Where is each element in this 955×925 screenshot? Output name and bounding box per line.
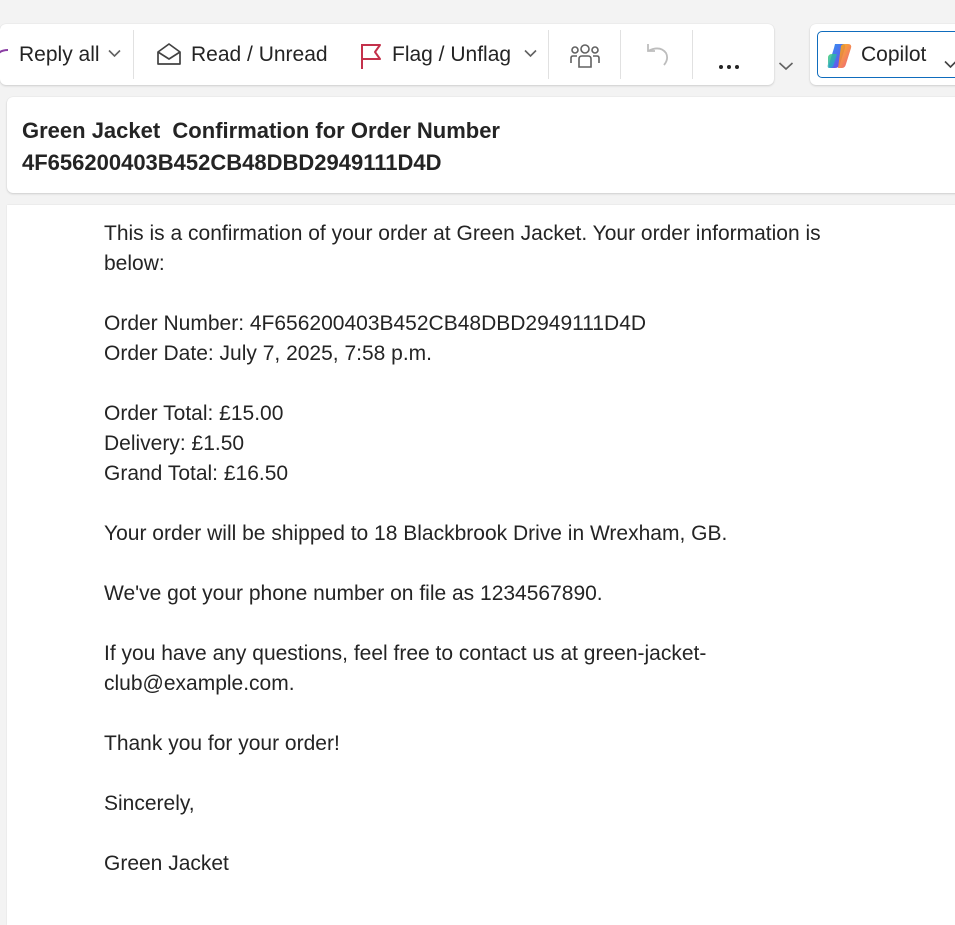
flag-unflag-button[interactable]: Flag / Unflag bbox=[355, 24, 545, 85]
body-phone: We've got your phone number on file as 1… bbox=[104, 582, 603, 605]
read-unread-label: Read / Unread bbox=[191, 42, 328, 66]
reply-all-button[interactable]: Reply all bbox=[0, 24, 126, 85]
chevron-down-icon[interactable] bbox=[108, 49, 121, 58]
read-unread-button[interactable]: Read / Unread bbox=[150, 24, 335, 85]
body-order-number: Order Number: 4F656200403B452CB48DBD2949… bbox=[104, 312, 647, 335]
people-group-icon bbox=[569, 41, 601, 75]
undo-icon bbox=[644, 41, 670, 75]
flag-unflag-label: Flag / Unflag bbox=[392, 42, 512, 66]
body-order-date: Order Date: July 7, 2025, 7:58 p.m. bbox=[104, 342, 433, 365]
email-header-card: Green Jacket Confirmation for Order Numb… bbox=[7, 97, 955, 193]
message-toolbar: Reply all Read / Unread Flag / Unflag bbox=[0, 24, 774, 85]
email-body: This is a confirmation of your order at … bbox=[104, 219, 874, 879]
body-thanks: Thank you for your order! bbox=[104, 732, 340, 755]
copilot-logo-icon bbox=[826, 42, 854, 76]
copilot-button[interactable]: Copilot bbox=[817, 31, 955, 78]
more-options-button[interactable] bbox=[702, 24, 758, 85]
body-contact-line-2: club@example.com. bbox=[104, 672, 295, 695]
body-contact-line-1: If you have any questions, feel free to … bbox=[104, 642, 707, 665]
email-subject-line-2: 4F656200403B452CB48DBD2949111D4D bbox=[22, 150, 442, 175]
body-delivery: Delivery: £1.50 bbox=[104, 432, 245, 455]
body-grand-total: Grand Total: £16.50 bbox=[104, 462, 289, 485]
share-to-teams-button[interactable] bbox=[558, 24, 614, 85]
toolbar-divider bbox=[548, 30, 549, 79]
toolbar-divider bbox=[620, 30, 621, 79]
flag-icon bbox=[359, 42, 383, 76]
undo-button[interactable] bbox=[630, 24, 686, 85]
chevron-down-icon bbox=[778, 58, 794, 75]
chevron-down-icon[interactable] bbox=[524, 49, 537, 58]
email-subject: Green Jacket Confirmation for Order Numb… bbox=[22, 115, 582, 179]
copilot-container: Copilot bbox=[810, 24, 955, 85]
reply-all-label: Reply all bbox=[19, 42, 100, 66]
reply-all-icon bbox=[0, 42, 12, 74]
toolbar-divider bbox=[692, 30, 693, 79]
email-body-card: This is a confirmation of your order at … bbox=[7, 205, 955, 925]
body-order-total: Order Total: £15.00 bbox=[104, 402, 284, 425]
toolbar-divider bbox=[133, 30, 134, 79]
chevron-down-icon bbox=[944, 51, 955, 75]
body-signoff: Sincerely, bbox=[104, 792, 195, 815]
toolbar-overflow-button[interactable] bbox=[778, 58, 798, 78]
body-intro-line-2: below: bbox=[104, 252, 165, 275]
more-icon bbox=[718, 52, 740, 76]
envelope-open-icon bbox=[156, 41, 182, 73]
body-signature: Green Jacket bbox=[104, 852, 229, 875]
email-subject-line-1: Green Jacket Confirmation for Order Numb… bbox=[22, 118, 500, 143]
body-intro-line-1: This is a confirmation of your order at … bbox=[104, 222, 821, 245]
copilot-label: Copilot bbox=[861, 42, 927, 66]
body-shipping: Your order will be shipped to 18 Blackbr… bbox=[104, 522, 728, 545]
